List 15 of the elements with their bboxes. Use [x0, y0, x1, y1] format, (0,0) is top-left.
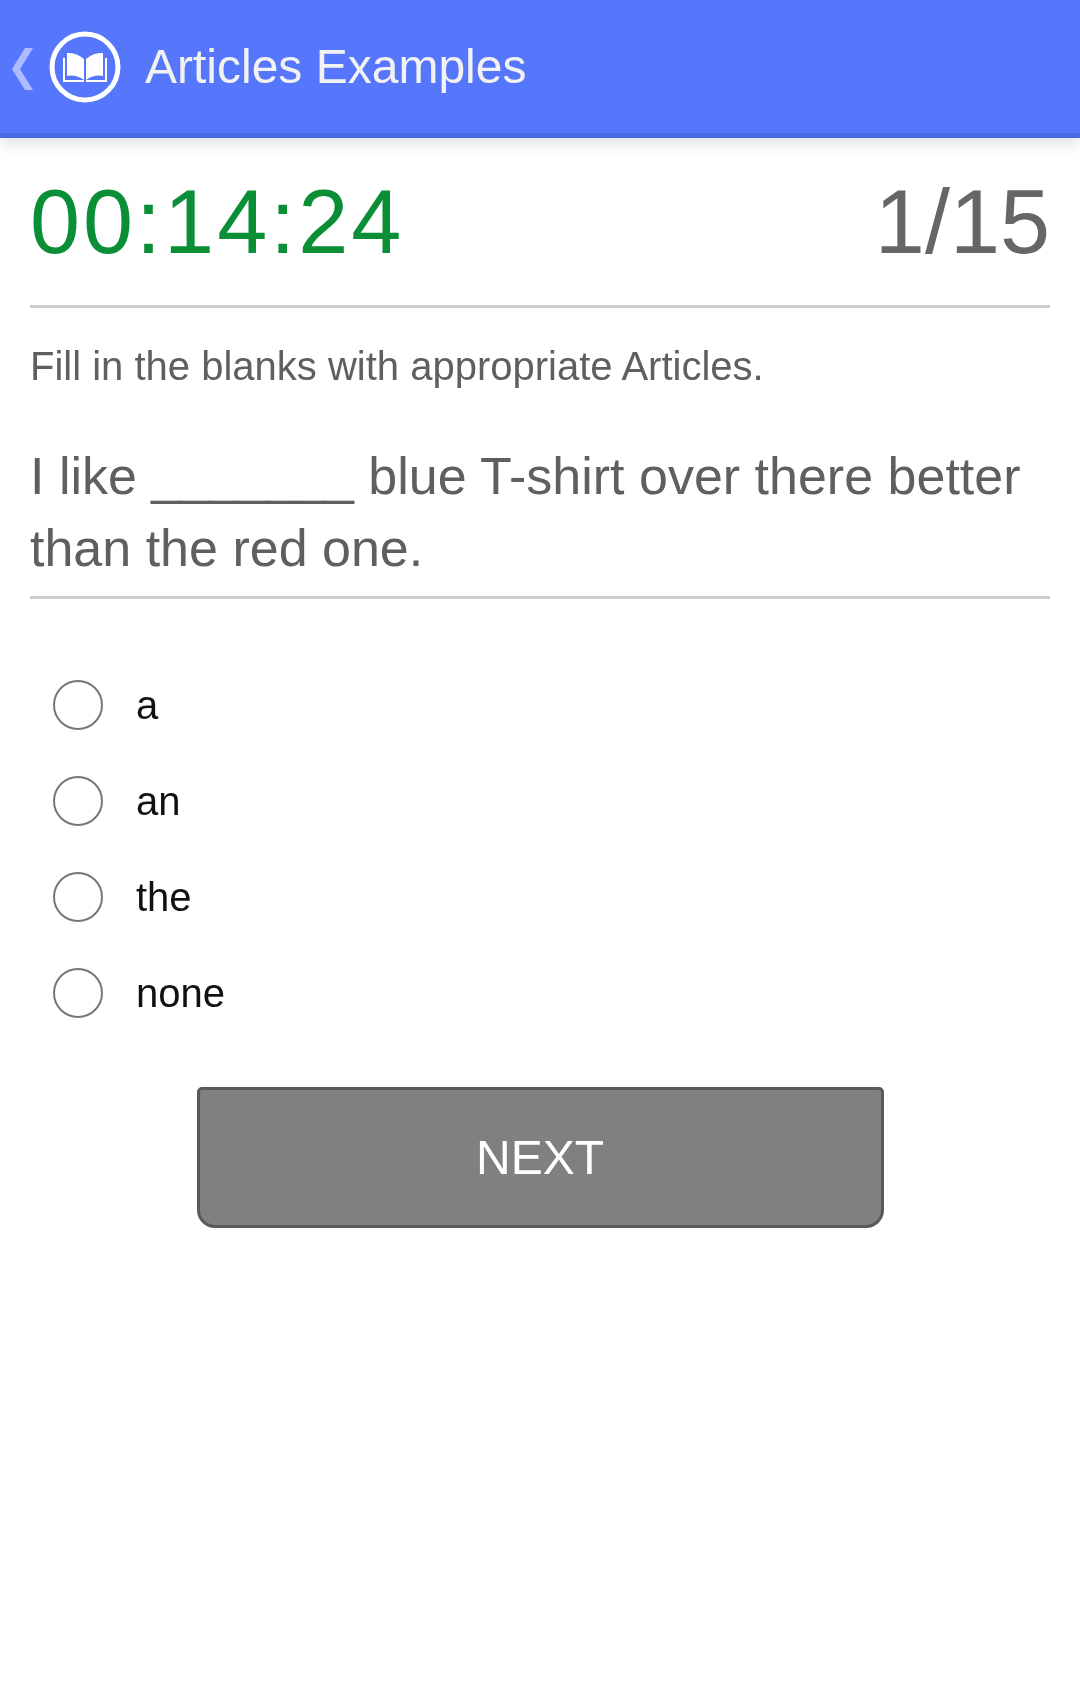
question-text: I like _______ blue T-shirt over there better than the red one.: [30, 446, 1022, 579]
option-label[interactable]: none: [136, 969, 225, 1017]
countdown-timer: 00:14:24: [30, 177, 405, 267]
radio-button[interactable]: [53, 872, 103, 922]
instruction-text: Fill in the blanks with appropriate Articles.: [30, 343, 765, 390]
radio-button[interactable]: [53, 968, 103, 1018]
book-logo-icon: [49, 30, 121, 103]
option-label[interactable]: the: [136, 873, 192, 921]
question-counter: 1/15: [874, 177, 1050, 267]
app-title: Articles Examples: [145, 42, 527, 91]
radio-button[interactable]: [53, 680, 103, 730]
option-label[interactable]: a: [136, 681, 159, 729]
radio-button[interactable]: [53, 776, 103, 826]
next-button[interactable]: NEXT: [196, 1087, 884, 1228]
option-label[interactable]: an: [136, 777, 181, 825]
